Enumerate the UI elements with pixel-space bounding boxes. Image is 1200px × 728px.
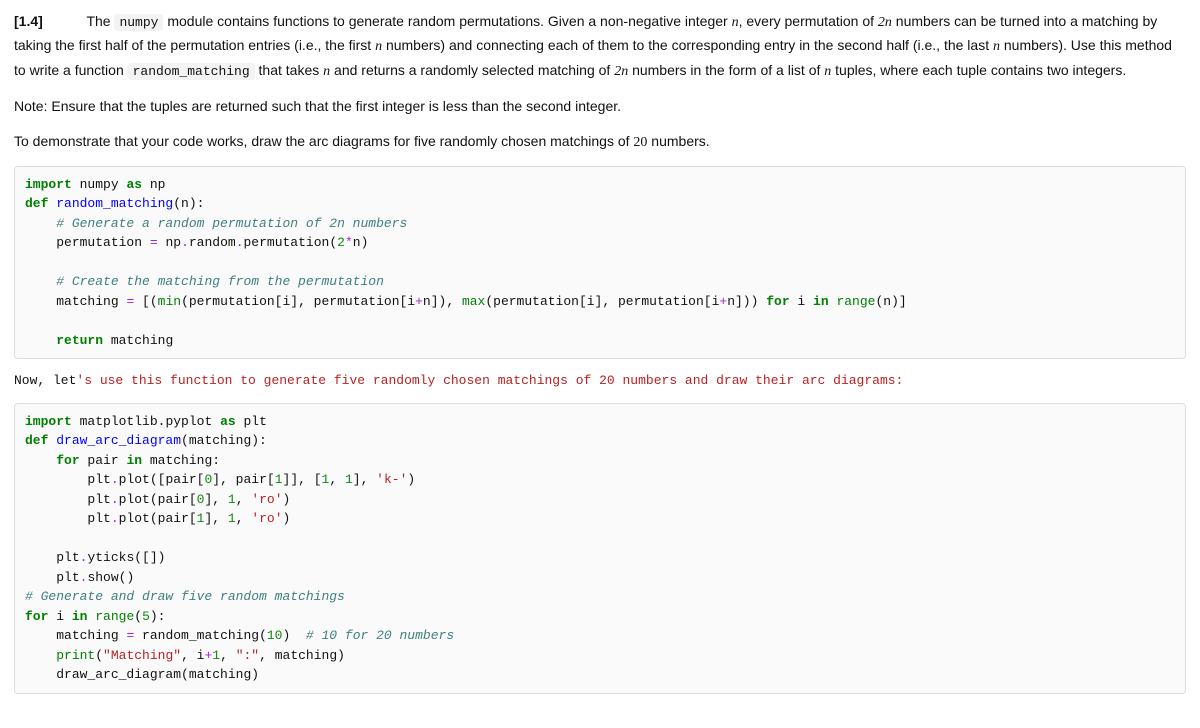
- question-demo: To demonstrate that your code works, dra…: [14, 130, 1186, 154]
- text: , every permutation of: [739, 13, 878, 29]
- text: numbers.: [647, 133, 709, 149]
- math-n: n: [375, 39, 382, 54]
- intermediate-output: Now, let's use this function to generate…: [14, 369, 1186, 393]
- math-20: 20: [633, 135, 647, 150]
- math-2n: 2n: [878, 15, 892, 30]
- question-label: [1.4]: [14, 13, 43, 29]
- text: tuples, where each tuple contains two in…: [831, 62, 1126, 78]
- text: module contains functions to generate ra…: [163, 13, 731, 29]
- text: that takes: [255, 62, 323, 78]
- code-cell-1[interactable]: import numpy as np def random_matching(n…: [14, 166, 1186, 360]
- math-n: n: [732, 15, 739, 30]
- text: numbers in the form of a list of: [628, 62, 824, 78]
- question-paragraph-1: [1.4] The numpy module contains function…: [14, 10, 1186, 83]
- question-note: Note: Ensure that the tuples are returne…: [14, 95, 1186, 117]
- text: and returns a randomly selected matching…: [330, 62, 614, 78]
- math-n: n: [993, 39, 1000, 54]
- inline-code-random-matching: random_matching: [128, 63, 255, 80]
- text: The: [86, 13, 114, 29]
- text: numbers) and connecting each of them to …: [382, 37, 993, 53]
- inline-code-numpy: numpy: [114, 14, 163, 31]
- math-2n: 2n: [614, 64, 628, 79]
- code-cell-2[interactable]: import matplotlib.pyplot as plt def draw…: [14, 403, 1186, 694]
- text: To demonstrate that your code works, dra…: [14, 133, 633, 149]
